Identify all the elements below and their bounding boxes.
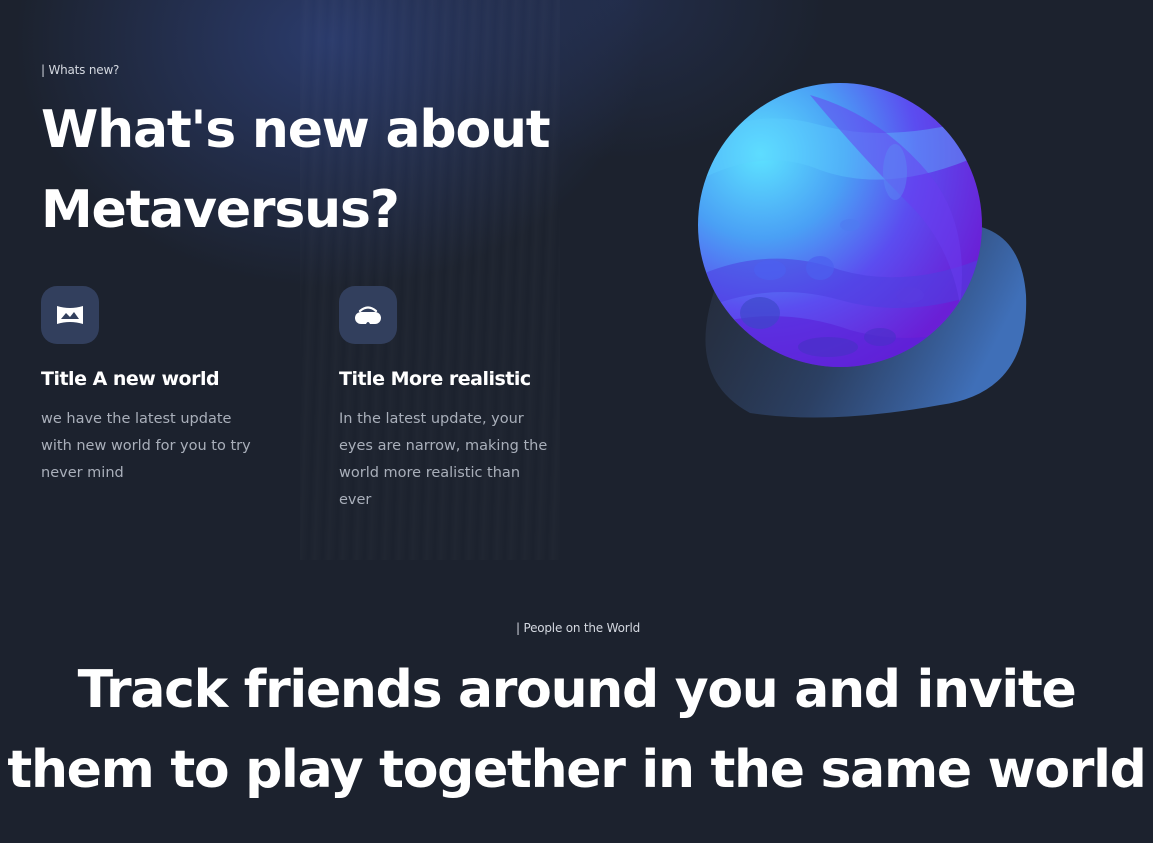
world-map-icon (41, 286, 99, 344)
planet-illustration (670, 75, 1040, 425)
feature-title: Title A new world (41, 368, 220, 390)
feature-description: we have the latest update with new world… (41, 411, 251, 481)
vr-headset-icon (339, 286, 397, 344)
section-tag-people: | People on the World (516, 621, 640, 635)
section-tag-whats-new: | Whats new? (41, 63, 120, 77)
feature-title: Title More realistic (339, 368, 531, 390)
feature-card-more-realistic: Title More realistic In the latest updat… (339, 286, 599, 508)
people-title: Track friends around you and invite them… (7, 660, 1146, 800)
feature-card-new-world: Title A new world we have the latest upd… (41, 286, 301, 481)
feature-description: In the latest update, your eyes are narr… (339, 411, 548, 508)
whats-new-title: What's new about Metaversus? (41, 100, 551, 240)
